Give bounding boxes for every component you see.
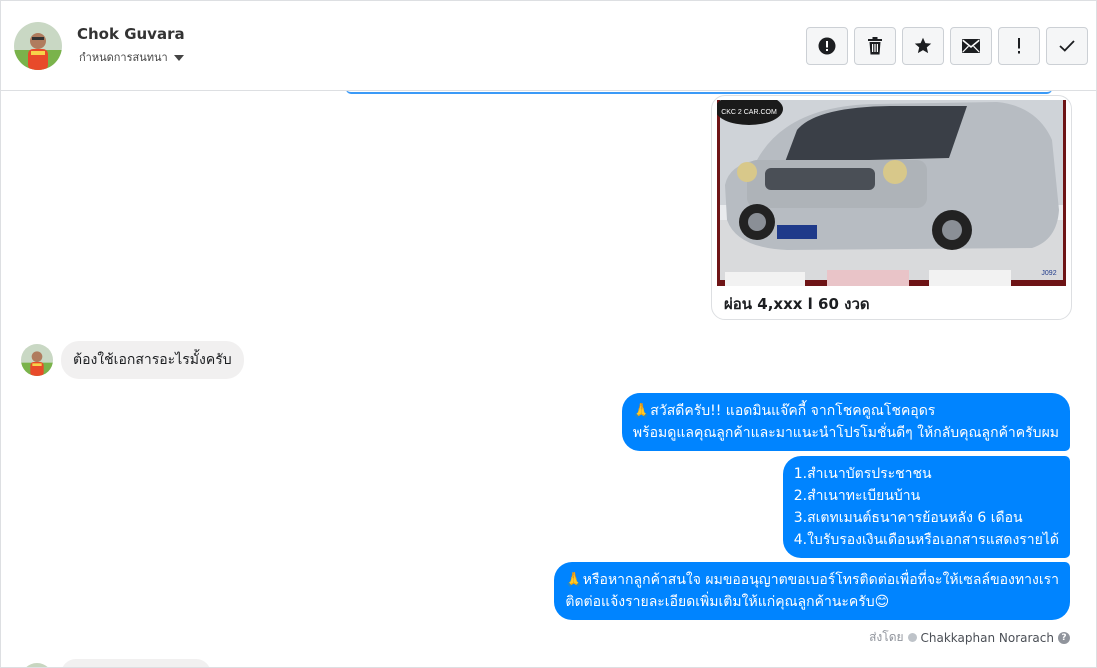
incoming-message-row: ต้องใช้เอกสารอะไรมั้งครับ bbox=[21, 341, 244, 379]
previous-bubble-edge bbox=[346, 91, 1052, 94]
envelope-icon bbox=[962, 39, 980, 53]
help-icon[interactable]: ? bbox=[1058, 631, 1070, 644]
conversation-actions bbox=[806, 27, 1088, 65]
sent-by-info: ส่งโดย Chakkaphan Norarach ? bbox=[869, 628, 1070, 647]
outgoing-message-bubble[interactable]: 1.สำเนาบัตรประชาชน 2.สำเนาทะเบียนบ้าน 3.… bbox=[782, 456, 1070, 558]
alert-circle-icon bbox=[818, 37, 836, 55]
star-icon bbox=[914, 37, 932, 54]
photo-code-text: J092 bbox=[1041, 270, 1056, 277]
mark-done-button[interactable] bbox=[1046, 27, 1088, 65]
watermark-text: CKC 2 CAR.COM bbox=[721, 109, 777, 116]
outgoing-message-bubble[interactable]: 🙏หรือหากลูกค้าสนใจ ผมขออนุญาตขอเบอร์โทรต… bbox=[554, 562, 1070, 620]
follow-up-button[interactable] bbox=[998, 27, 1040, 65]
verified-dot-icon bbox=[907, 633, 917, 642]
contact-avatar-small[interactable] bbox=[21, 344, 53, 376]
assign-conversation-label: กำหนดการสนทนา bbox=[79, 51, 168, 64]
outgoing-message-bubble[interactable]: 🙏สวัสดีครับ!! แอดมินแจ๊คกี้ จากโชคคูณโชค… bbox=[621, 393, 1070, 451]
image-message-card[interactable]: CKC 2 CAR.COM J092 ผ่อน 4,xxx l 60 งวด bbox=[711, 95, 1072, 320]
next-message-avatar bbox=[21, 663, 53, 667]
spam-button[interactable] bbox=[806, 27, 848, 65]
assign-conversation-dropdown[interactable]: กำหนดการสนทนา bbox=[79, 48, 184, 66]
contact-avatar[interactable] bbox=[14, 22, 62, 70]
sent-by-label: ส่งโดย bbox=[869, 630, 904, 644]
contact-name[interactable]: Chok Guvara bbox=[77, 25, 185, 43]
conversation-panel: Chok Guvara กำหนดการสนทนา CKC 2 CAR.COM … bbox=[0, 0, 1097, 668]
incoming-message-bubble[interactable]: ต้องใช้เอกสารอะไรมั้งครับ bbox=[61, 341, 244, 379]
image-caption: ผ่อน 4,xxx l 60 งวด bbox=[724, 295, 870, 313]
caret-down-icon bbox=[173, 54, 184, 61]
check-icon bbox=[1059, 40, 1075, 52]
star-button[interactable] bbox=[902, 27, 944, 65]
conversation-header: Chok Guvara กำหนดการสนทนา bbox=[1, 1, 1096, 91]
car-photo[interactable]: CKC 2 CAR.COM J092 bbox=[717, 100, 1066, 286]
message-list[interactable]: CKC 2 CAR.COM J092 ผ่อน 4,xxx l 60 งวด ต… bbox=[1, 91, 1096, 667]
delete-button[interactable] bbox=[854, 27, 896, 65]
sent-by-name[interactable]: Chakkaphan Norarach bbox=[921, 631, 1054, 645]
trash-icon bbox=[868, 37, 882, 55]
mark-unread-button[interactable] bbox=[950, 27, 992, 65]
next-message-bubble bbox=[61, 659, 211, 667]
exclamation-icon bbox=[1018, 38, 1020, 54]
